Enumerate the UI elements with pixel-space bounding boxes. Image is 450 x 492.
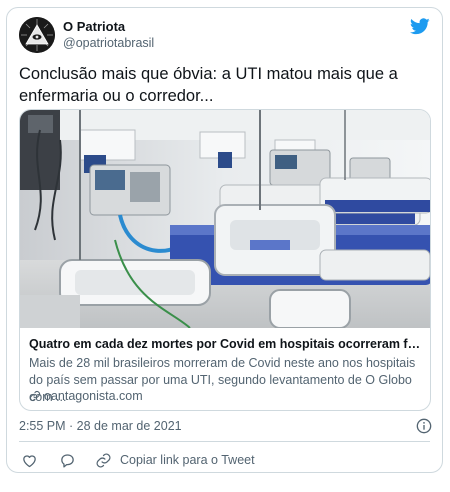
link-domain-label: oantagonista.com xyxy=(44,389,143,403)
info-icon[interactable] xyxy=(416,418,432,434)
heart-icon[interactable] xyxy=(21,452,38,469)
link-preview-card[interactable]: Quatro em cada dez mortes por Covid em h… xyxy=(19,109,431,411)
link-title[interactable]: Quatro em cada dez mortes por Covid em h… xyxy=(29,337,423,351)
avatar[interactable] xyxy=(19,17,55,53)
copy-link-label: Copiar link para o Tweet xyxy=(120,453,255,467)
tweet-actions: Copiar link para o Tweet xyxy=(19,450,255,470)
timestamp[interactable]: 2:55 PM · 28 de mar de 2021 xyxy=(19,419,182,433)
copy-link-button[interactable]: Copiar link para o Tweet xyxy=(95,452,255,469)
twitter-bird-icon[interactable] xyxy=(410,18,430,35)
link-icon xyxy=(29,390,41,402)
tweet-card[interactable]: O Patriota @opatriotabrasil Conclusão ma… xyxy=(6,7,443,473)
author-handle[interactable]: @opatriotabrasil xyxy=(63,36,154,50)
author-name[interactable]: O Patriota xyxy=(63,19,125,34)
divider xyxy=(19,441,430,442)
hospital-icu-beds-photo xyxy=(20,110,430,328)
tweet-text: Conclusão mais que óbvia: a UTI matou ma… xyxy=(19,65,398,105)
link-icon xyxy=(96,453,111,467)
link-domain[interactable]: oantagonista.com xyxy=(29,389,143,403)
reply-bubble-icon[interactable] xyxy=(59,452,76,469)
eye-pyramid-icon xyxy=(19,17,55,53)
